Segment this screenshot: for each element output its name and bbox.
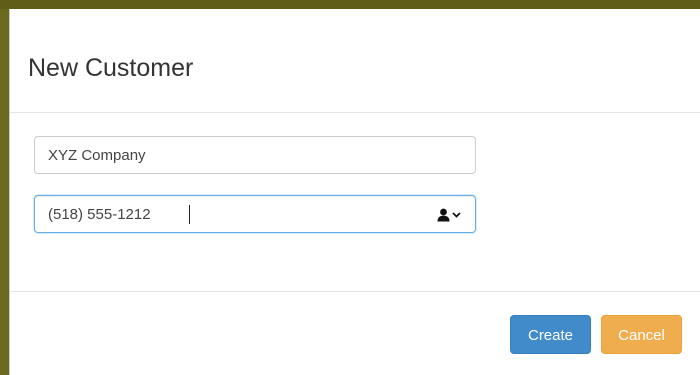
text-cursor [189,205,190,224]
modal-footer: Create Cancel [10,292,700,375]
company-name-input[interactable] [48,145,428,165]
phone-input[interactable] [48,204,428,224]
modal-backdrop [0,0,700,9]
user-icon [437,208,450,222]
modal-title: New Customer [28,54,194,82]
chevron-down-icon [452,212,461,218]
cancel-button[interactable]: Cancel [601,315,682,354]
create-button[interactable]: Create [510,315,591,354]
phone-field[interactable] [34,195,476,233]
contact-type-dropdown[interactable] [431,206,461,224]
modal-header: New Customer [10,9,700,113]
company-name-field[interactable] [34,136,476,174]
new-customer-modal: New Customer Create Cancel [9,9,700,375]
modal-body [10,113,700,292]
